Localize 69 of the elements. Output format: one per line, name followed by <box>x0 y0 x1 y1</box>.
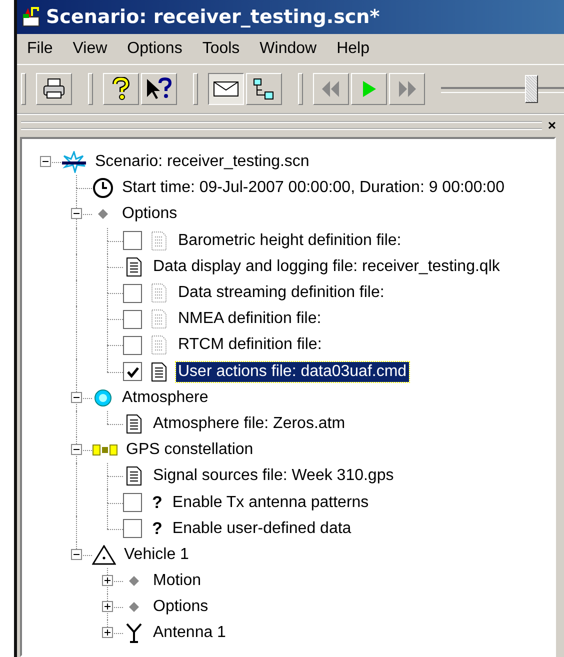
warning-triangle-icon <box>92 544 116 565</box>
diamond-icon <box>98 209 108 220</box>
envelope-icon <box>213 80 239 98</box>
checkbox[interactable] <box>123 231 142 250</box>
tree-item[interactable]: User actions file: data03uaf.cmd <box>176 362 409 382</box>
menu-item[interactable]: Tools <box>194 38 248 60</box>
menu-item[interactable]: Help <box>328 38 378 60</box>
expand-toggle[interactable] <box>102 627 113 638</box>
slider-thumb[interactable] <box>524 75 538 103</box>
expand-toggle[interactable] <box>71 444 82 456</box>
tree-item[interactable]: Options <box>120 204 180 224</box>
tree-item[interactable]: Atmosphere file: Zeros.atm <box>151 414 348 434</box>
hierarchy-icon <box>252 77 276 101</box>
tree-item[interactable]: Start time: 09-Jul-2007 00:00:00, Duration: 9 00:00:00 <box>120 178 506 198</box>
tree-item[interactable]: Scenario: receiver_testing.scn <box>93 152 312 172</box>
tree-item[interactable]: Antenna 1 <box>151 623 228 644</box>
document-icon <box>151 362 167 382</box>
tree-item[interactable]: Enable user-defined data <box>170 518 354 539</box>
toolbar-button[interactable] <box>208 73 244 105</box>
checkbox[interactable] <box>123 310 142 329</box>
tree-item[interactable]: Atmosphere <box>120 388 210 408</box>
expand-toggle[interactable] <box>71 548 82 560</box>
document-icon <box>126 466 142 486</box>
tree-item[interactable]: Data display and logging file: receiver_testing.qlk <box>151 256 502 277</box>
tree-item[interactable]: NMEA definition file: <box>176 309 324 330</box>
tree-item[interactable]: Enable Tx antenna patterns <box>170 492 371 513</box>
expand-toggle[interactable] <box>71 208 82 220</box>
checkbox[interactable] <box>123 284 142 303</box>
document-icon <box>126 256 142 277</box>
tree-item[interactable]: Barometric height definition file: <box>176 230 404 251</box>
clock-icon <box>92 177 114 200</box>
expand-toggle[interactable] <box>102 601 113 612</box>
checkbox[interactable] <box>123 519 142 538</box>
question-mark: ? <box>152 492 162 513</box>
document-icon <box>126 414 142 434</box>
context-help-icon <box>145 77 173 101</box>
checkbox[interactable] <box>123 336 142 355</box>
dotted-document-icon <box>151 309 167 330</box>
slider[interactable] <box>441 73 564 105</box>
diamond-icon <box>129 602 139 612</box>
tree-item[interactable]: Signal sources file: Week 310.gps <box>151 466 396 486</box>
tree-item[interactable]: RTCM definition file: <box>176 335 324 356</box>
antenna-icon <box>125 622 143 644</box>
window-title: Scenario: receiver_testing.scn* <box>46 6 380 28</box>
dotted-document-icon <box>151 335 167 356</box>
diamond-icon <box>129 576 139 586</box>
dotted-document-icon <box>151 283 167 304</box>
menu-item[interactable]: Window <box>252 38 325 60</box>
tree-item[interactable]: Motion <box>151 571 204 592</box>
expand-toggle[interactable] <box>71 392 82 403</box>
satellite-icon <box>92 444 118 456</box>
close-button[interactable]: × <box>546 117 558 133</box>
expand-toggle[interactable] <box>102 575 113 586</box>
menu-item[interactable]: View <box>64 38 116 60</box>
menu-item[interactable]: Options <box>119 38 190 60</box>
star-icon <box>61 151 87 174</box>
tree-item[interactable]: Options <box>151 597 210 618</box>
tree-item[interactable]: Vehicle 1 <box>122 544 191 565</box>
menu-item[interactable]: File <box>19 38 61 60</box>
help-icon <box>111 77 131 101</box>
checkbox[interactable] <box>123 362 142 382</box>
tree-item[interactable]: GPS constellation <box>124 440 256 460</box>
sphere-icon <box>93 388 113 408</box>
tree-item[interactable]: Data streaming definition file: <box>176 283 386 304</box>
printer-icon <box>42 78 66 100</box>
question-mark: ? <box>152 518 162 539</box>
expand-toggle[interactable] <box>40 156 51 168</box>
checkbox[interactable] <box>123 493 142 512</box>
dotted-document-icon <box>151 230 167 251</box>
